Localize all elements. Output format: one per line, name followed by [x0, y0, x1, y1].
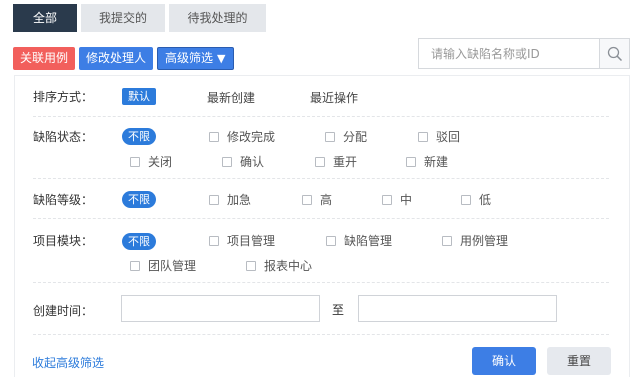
module-checkbox-case[interactable]: 用例管理 [442, 232, 508, 249]
search-box [418, 38, 630, 69]
status-checkbox-reopened[interactable]: 重开 [315, 153, 357, 170]
status-checkbox-fixed[interactable]: 修改完成 [209, 128, 275, 145]
reset-button[interactable]: 重置 [547, 347, 611, 375]
status-checkbox-confirmed[interactable]: 确认 [222, 153, 264, 170]
level-option-label: 高 [320, 193, 333, 207]
checkbox [130, 260, 140, 271]
module-option-label: 报表中心 [264, 259, 313, 273]
status-option-label: 关闭 [148, 155, 173, 169]
created-start-input[interactable] [121, 295, 320, 322]
divider [33, 218, 609, 219]
module-option-label: 项目管理 [227, 234, 276, 248]
status-option-label: 驳回 [436, 130, 461, 144]
sort-option-newest[interactable]: 最新创建 [207, 89, 255, 106]
checkbox [325, 131, 335, 142]
checkbox [209, 194, 219, 205]
advanced-filter-label: 高级筛选 [165, 51, 214, 65]
date-range-separator: 至 [332, 303, 345, 317]
level-option-label: 低 [479, 193, 492, 207]
level-checkbox-low[interactable]: 低 [461, 191, 491, 208]
tab-all[interactable]: 全部 [13, 4, 77, 32]
tab-pending-me[interactable]: 待我处理的 [169, 4, 266, 32]
checkbox [461, 194, 471, 205]
module-option-label: 团队管理 [148, 259, 197, 273]
status-option-label: 分配 [343, 130, 368, 144]
advanced-filter-panel: 排序方式： 默认 最新创建 最近操作 缺陷状态： 不限 修改完成 分配 驳回 关… [14, 75, 630, 377]
tab-bar: 全部 我提交的 待我处理的 [13, 4, 270, 32]
search-icon [607, 46, 622, 61]
module-label: 项目模块： [33, 234, 94, 248]
module-option-label: 缺陷管理 [344, 234, 393, 248]
divider [33, 116, 609, 117]
level-option-label: 加急 [227, 193, 252, 207]
status-option-label: 修改完成 [227, 130, 276, 144]
module-checkbox-report[interactable]: 报表中心 [246, 257, 312, 274]
module-option-any[interactable]: 不限 [122, 233, 156, 250]
level-option-any[interactable]: 不限 [122, 191, 156, 208]
level-checkbox-high[interactable]: 高 [302, 191, 332, 208]
created-time-label: 创建时间： [33, 304, 94, 318]
toolbar: 关联用例 修改处理人 高级筛选 ▼ [13, 47, 238, 70]
level-label: 缺陷等级： [33, 193, 94, 207]
status-checkbox-closed[interactable]: 关闭 [130, 153, 172, 170]
divider [33, 282, 609, 283]
collapse-filter-link[interactable]: 收起高级筛选 [32, 354, 104, 371]
checkbox [418, 131, 428, 142]
confirm-button[interactable]: 确认 [472, 347, 536, 375]
status-option-label: 新建 [424, 155, 449, 169]
sort-option-default[interactable]: 默认 [122, 88, 156, 105]
level-option-label: 中 [400, 193, 413, 207]
module-checkbox-team[interactable]: 团队管理 [130, 257, 196, 274]
module-option-label: 用例管理 [460, 234, 509, 248]
advanced-filter-button[interactable]: 高级筛选 ▼ [157, 47, 234, 70]
divider [33, 334, 609, 335]
caret-down-icon: ▼ [217, 52, 226, 65]
checkbox [222, 156, 232, 167]
tab-my-submitted[interactable]: 我提交的 [81, 4, 165, 32]
change-handler-button[interactable]: 修改处理人 [79, 47, 154, 70]
link-case-button[interactable]: 关联用例 [13, 47, 76, 70]
status-option-label: 重开 [333, 155, 358, 169]
checkbox [130, 156, 140, 167]
status-checkbox-new[interactable]: 新建 [406, 153, 448, 170]
checkbox [209, 235, 219, 246]
status-option-any[interactable]: 不限 [122, 128, 156, 145]
status-checkbox-assigned[interactable]: 分配 [325, 128, 367, 145]
status-checkbox-rejected[interactable]: 驳回 [418, 128, 460, 145]
module-checkbox-project[interactable]: 项目管理 [209, 232, 275, 249]
module-checkbox-defect[interactable]: 缺陷管理 [326, 232, 392, 249]
checkbox [302, 194, 312, 205]
sort-option-recent[interactable]: 最近操作 [310, 89, 358, 106]
checkbox [315, 156, 325, 167]
search-button[interactable] [599, 39, 629, 68]
search-input[interactable] [419, 39, 599, 68]
divider [33, 178, 609, 179]
checkbox [382, 194, 392, 205]
status-label: 缺陷状态： [33, 130, 94, 144]
sort-label: 排序方式： [33, 90, 94, 104]
status-option-label: 确认 [240, 155, 265, 169]
checkbox [406, 156, 416, 167]
checkbox [326, 235, 336, 246]
created-end-input[interactable] [358, 295, 557, 322]
checkbox [442, 235, 452, 246]
checkbox [209, 131, 219, 142]
level-checkbox-medium[interactable]: 中 [382, 191, 412, 208]
level-checkbox-urgent[interactable]: 加急 [209, 191, 251, 208]
checkbox [246, 260, 256, 271]
